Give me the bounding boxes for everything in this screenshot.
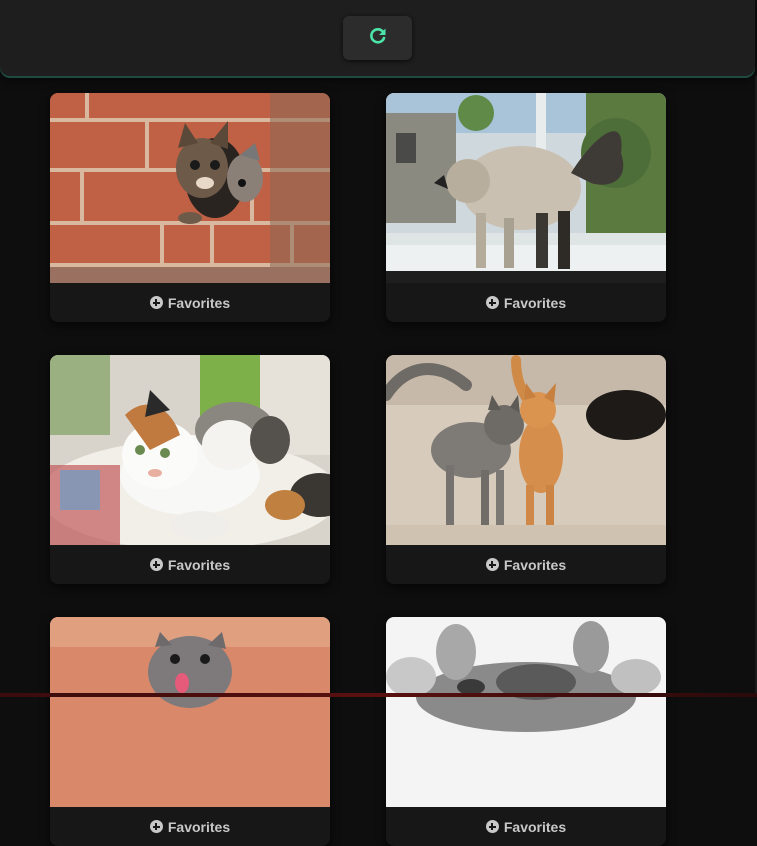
cat-photo[interactable] — [50, 617, 330, 807]
cat-card: Favorites — [386, 93, 666, 322]
plus-circle-icon — [149, 820, 163, 833]
cat-card: Favorites — [50, 355, 330, 584]
refresh-icon — [368, 26, 388, 51]
plus-circle-icon — [149, 558, 163, 571]
cat-photo[interactable] — [386, 355, 666, 545]
favorites-button[interactable]: Favorites — [50, 545, 330, 584]
bottom-edge — [0, 693, 757, 697]
plus-circle-icon — [485, 296, 499, 309]
plus-circle-icon — [149, 296, 163, 309]
favorites-button[interactable]: Favorites — [386, 807, 666, 846]
cat-photo[interactable] — [50, 355, 330, 545]
favorites-button[interactable]: Favorites — [50, 807, 330, 846]
cat-photo[interactable] — [50, 93, 330, 283]
cat-card: Favorites — [50, 617, 330, 846]
cat-card: Favorites — [50, 93, 330, 322]
cat-photo[interactable] — [386, 617, 666, 807]
cat-card: Favorites — [386, 355, 666, 584]
favorites-button[interactable]: Favorites — [386, 283, 666, 322]
favorites-label: Favorites — [503, 818, 567, 835]
favorites-label: Favorites — [167, 818, 231, 835]
cat-photo[interactable] — [386, 93, 666, 283]
plus-circle-icon — [485, 820, 499, 833]
plus-circle-icon — [485, 558, 499, 571]
favorites-label: Favorites — [167, 294, 231, 311]
top-bar — [0, 0, 755, 76]
favorites-button[interactable]: Favorites — [386, 545, 666, 584]
cat-card: Favorites — [386, 617, 666, 846]
favorites-label: Favorites — [503, 556, 567, 573]
favorites-label: Favorites — [503, 294, 567, 311]
favorites-label: Favorites — [167, 556, 231, 573]
refresh-button[interactable] — [343, 16, 412, 60]
favorites-button[interactable]: Favorites — [50, 283, 330, 322]
